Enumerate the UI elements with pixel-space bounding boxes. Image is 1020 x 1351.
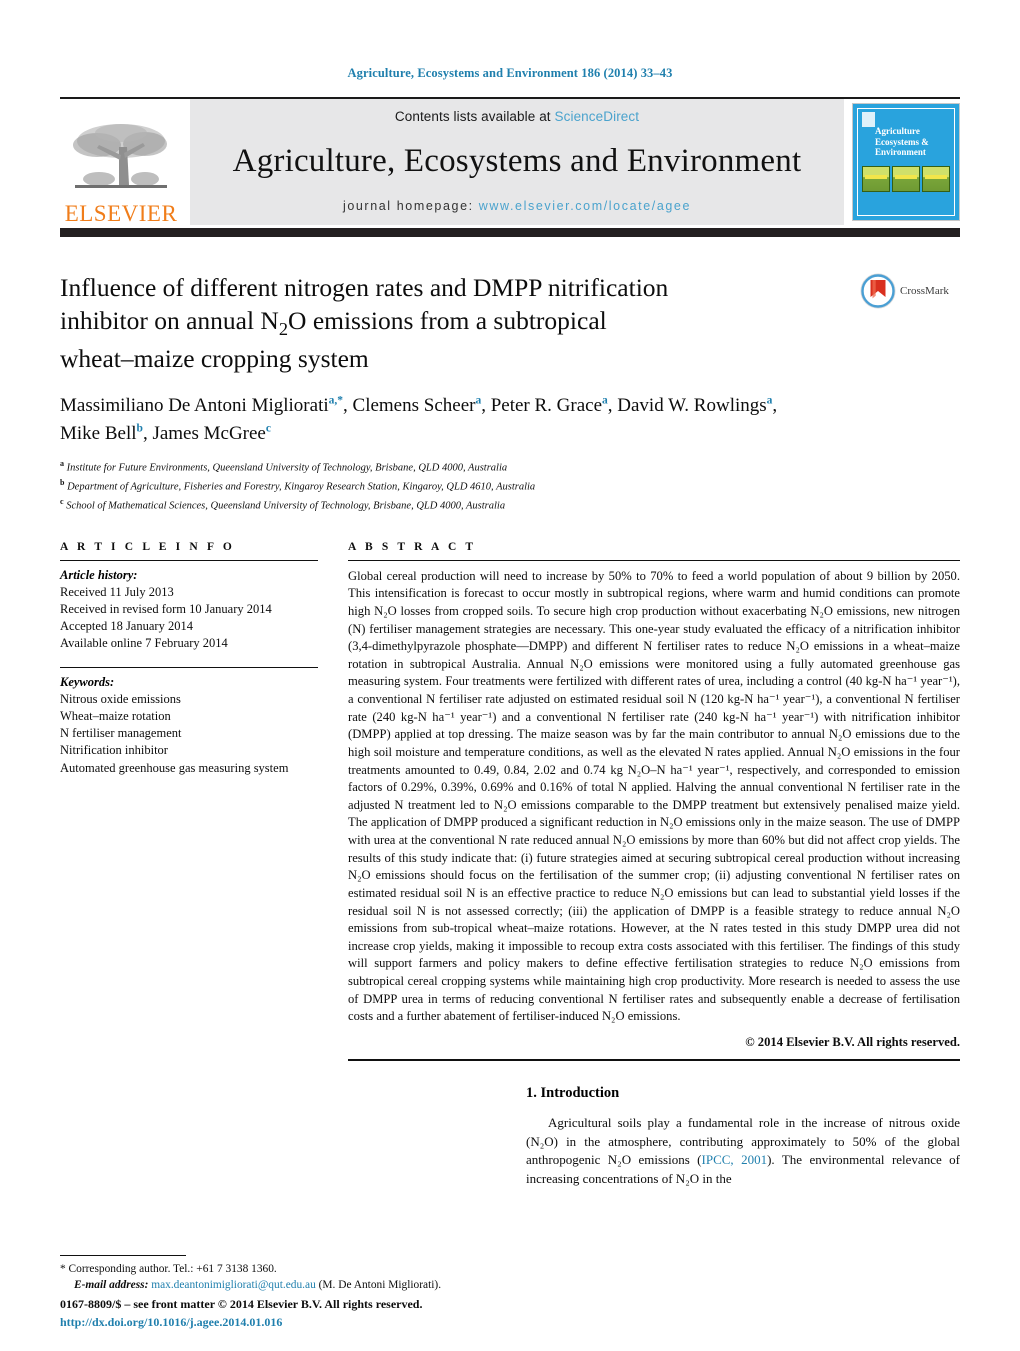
affiliation-item: b Department of Agriculture, Fisheries a… xyxy=(60,477,848,496)
journal-cover-thumbnail[interactable]: Agriculture Ecosystems & Environment xyxy=(852,103,960,221)
author-name[interactable]: Massimiliano De Antoni Migliorati xyxy=(60,395,329,416)
keywords-label: Keywords: xyxy=(60,674,115,689)
affiliation-item: c School of Mathematical Sciences, Queen… xyxy=(60,496,848,515)
article-history-item: Available online 7 February 2014 xyxy=(60,636,228,651)
author-name[interactable]: Mike Bell xyxy=(60,423,137,444)
contents-list-line: Contents lists available at ScienceDirec… xyxy=(395,109,639,124)
author-name[interactable]: Clemens Scheer xyxy=(353,395,476,416)
keyword-item: N fertiliser management xyxy=(60,726,182,741)
author-name[interactable]: James McGree xyxy=(152,423,265,444)
masthead-divider xyxy=(60,228,960,237)
crossmark-badge[interactable]: CrossMark xyxy=(860,271,960,309)
article-info-rule xyxy=(60,559,318,561)
article-first-page: Agriculture, Ecosystems and Environment … xyxy=(0,0,1020,1351)
journal-masthead: ELSEVIER Contents lists available at Sci… xyxy=(60,97,960,225)
keywords-rule xyxy=(60,666,318,668)
title-line-1: Influence of different nitrogen rates an… xyxy=(60,273,669,302)
title-subscript: 2 xyxy=(278,319,289,340)
sciencedirect-link[interactable]: ScienceDirect xyxy=(555,109,640,124)
author-name[interactable]: Peter R. Grace xyxy=(491,395,602,416)
author-name[interactable]: David W. Rowlings xyxy=(617,395,766,416)
title-line-3: wheat–maize cropping system xyxy=(60,344,369,374)
cover-illustrations xyxy=(862,166,950,192)
keyword-item: Automated greenhouse gas measuring syste… xyxy=(60,760,289,775)
abstract-heading: A B S T R A C T xyxy=(348,540,477,553)
corresponding-author-note: * Corresponding author. Tel.: +61 7 3138… xyxy=(60,1262,277,1275)
affiliation-item: a Institute for Future Environments, Que… xyxy=(60,458,848,477)
elsevier-logo: ELSEVIER xyxy=(60,99,182,225)
keyword-item: Wheat–maize rotation xyxy=(60,708,171,723)
article-history-item: Received in revised form 10 January 2014 xyxy=(60,601,272,616)
affiliation-text: School of Mathematical Sciences, Queensl… xyxy=(66,500,506,512)
body-columns: 1. Introduction Agricultural soils play … xyxy=(60,1085,960,1265)
author-email-link[interactable]: max.deantonimigliorati@qut.edu.au xyxy=(151,1279,316,1291)
crossmark-label: CrossMark xyxy=(900,285,949,297)
journal-title: Agriculture, Ecosystems and Environment xyxy=(232,143,802,179)
journal-homepage-line: journal homepage: www.elsevier.com/locat… xyxy=(343,199,691,213)
cover-publisher-mark-icon xyxy=(862,112,875,127)
homepage-prefix: journal homepage: xyxy=(342,199,479,213)
article-history-label: Article history: xyxy=(60,567,138,582)
email-note: E-mail address: max.deantonimigliorati@q… xyxy=(60,1277,500,1293)
author-list: Massimiliano De Antoni Miglioratia,*, Cl… xyxy=(60,394,778,444)
author-affil-mark[interactable]: a xyxy=(475,395,481,407)
imprint-block: 0167-8809/$ – see front matter © 2014 El… xyxy=(60,1295,580,1331)
title-line-2a: inhibitor on annual N xyxy=(60,306,279,336)
affiliation-list: a Institute for Future Environments, Que… xyxy=(60,458,848,514)
author-affil-mark[interactable]: b xyxy=(137,422,143,434)
article-history-item: Accepted 18 January 2014 xyxy=(60,619,193,634)
affiliation-mark: a xyxy=(60,459,64,469)
doi-link[interactable]: http://dx.doi.org/10.1016/j.agee.2014.01… xyxy=(60,1315,282,1329)
abstract-copyright: © 2014 Elsevier B.V. All rights reserved… xyxy=(745,1034,960,1049)
info-abstract-row: A R T I C L E I N F O Article history: R… xyxy=(60,541,960,1061)
crossmark-icon[interactable] xyxy=(860,273,896,309)
title-block: Influence of different nitrogen rates an… xyxy=(60,271,960,515)
elsevier-wordmark: ELSEVIER xyxy=(64,201,178,226)
contents-prefix: Contents lists available at xyxy=(394,109,555,124)
introduction-paragraph: Agricultural soils play a fundamental ro… xyxy=(526,1114,960,1189)
keyword-item: Nitrous oxide emissions xyxy=(60,691,181,706)
abstract-rule-top xyxy=(348,559,960,561)
affiliation-text: Institute for Future Environments, Queen… xyxy=(66,462,508,474)
journal-homepage-link[interactable]: www.elsevier.com/locate/agee xyxy=(479,199,691,213)
elsevier-tree-icon xyxy=(73,124,167,188)
body-column-right: 1. Introduction Agricultural soils play … xyxy=(526,1085,960,1189)
email-owner: (M. De Antoni Migliorati). xyxy=(315,1278,442,1291)
affiliation-mark: c xyxy=(60,496,64,506)
cover-title-text: Agriculture Ecosystems & Environment xyxy=(875,126,929,158)
title-line-2b: O emissions from a subtropical xyxy=(288,306,607,336)
article-info-column: A R T I C L E I N F O Article history: R… xyxy=(60,541,348,777)
abstract-column: A B S T R A C T Global cereal production… xyxy=(348,541,960,1061)
citation-link-ipcc-2001[interactable]: IPCC, 2001 xyxy=(702,1152,768,1167)
affiliation-text: Department of Agriculture, Fisheries and… xyxy=(67,481,536,493)
footnote-block: * Corresponding author. Tel.: +61 7 3138… xyxy=(60,1254,500,1293)
footnote-rule xyxy=(60,1254,186,1256)
article-history-item: Received 11 July 2013 xyxy=(60,584,174,599)
affiliation-mark: b xyxy=(60,478,65,488)
cover-field-icon xyxy=(922,166,950,192)
abstract-text: Global cereal production will need to in… xyxy=(348,568,960,1024)
abstract-rule-bottom xyxy=(348,1058,960,1061)
cover-field-icon xyxy=(892,166,920,192)
cover-field-icon xyxy=(862,166,890,192)
journal-band: Contents lists available at ScienceDirec… xyxy=(190,99,844,225)
running-head: Agriculture, Ecosystems and Environment … xyxy=(347,66,673,80)
issn-copyright-line: 0167-8809/$ – see front matter © 2014 El… xyxy=(60,1297,423,1311)
author-affil-mark[interactable]: a,* xyxy=(329,395,343,407)
email-label: E-mail address: xyxy=(74,1278,149,1291)
page-title: Influence of different nitrogen rates an… xyxy=(60,271,760,375)
introduction-heading: 1. Introduction xyxy=(526,1084,620,1101)
keyword-item: Nitrification inhibitor xyxy=(60,743,168,758)
author-affil-mark[interactable]: a xyxy=(602,395,608,407)
author-affil-mark[interactable]: c xyxy=(266,422,271,434)
article-info-heading: A R T I C L E I N F O xyxy=(60,540,235,553)
author-affil-mark[interactable]: a xyxy=(767,395,773,407)
